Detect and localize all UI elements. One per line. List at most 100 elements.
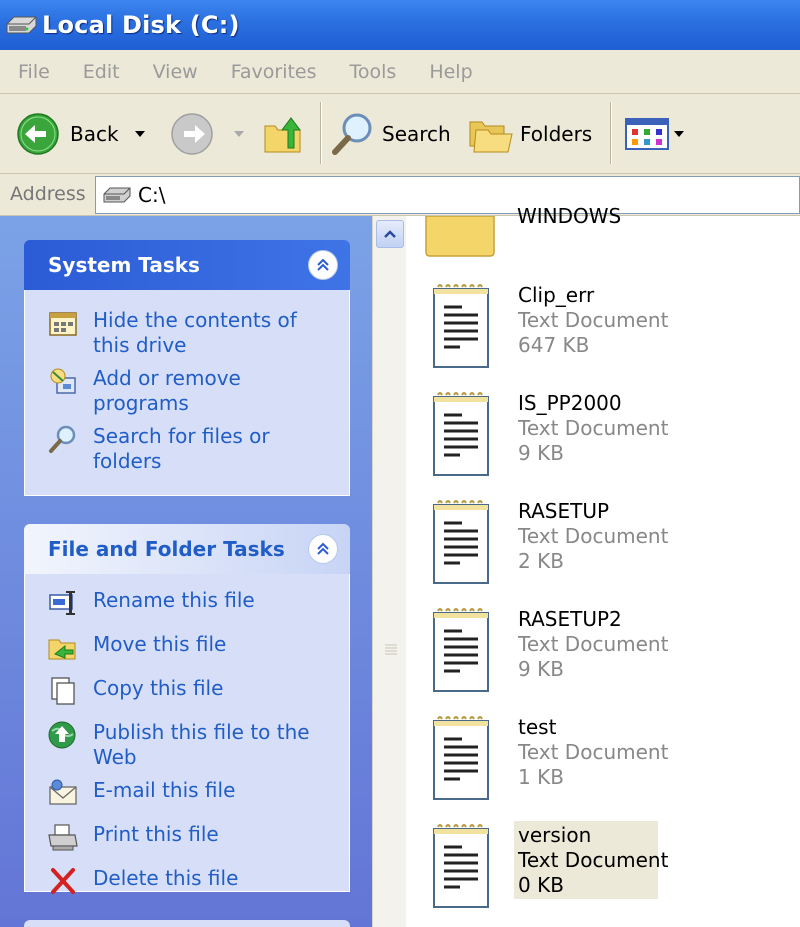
task-label: Print this file [93,822,219,846]
file-type: Text Document [518,524,669,548]
file-name: RASETUP2 [518,607,622,631]
menu-edit[interactable]: Edit [83,61,120,83]
file-size: 9 KB [518,441,564,465]
task-label: Add or remove programs [93,366,241,415]
task-add-remove-programs[interactable]: Add or remove programs [25,366,349,416]
file-name: version [518,823,592,847]
menu-tools[interactable]: Tools [350,61,397,83]
system-tasks-panel: System Tasks Hide the contents of this d… [24,240,350,496]
task-label: Move this file [93,632,227,656]
task-print-file[interactable]: Print this file [25,822,349,852]
file-size: 9 KB [518,657,564,681]
hide-contents-icon [49,312,77,336]
file-folder-tasks-panel: File and Folder Tasks Rename this file M… [24,524,350,894]
folder-name: WINDOWS [517,204,622,228]
file-name: IS_PP2000 [518,391,622,415]
system-tasks-header[interactable]: System Tasks [24,240,350,290]
file-item-is-pp2000[interactable]: IS_PP2000 Text Document 9 KB [428,391,800,491]
file-folder-tasks-body: Rename this file Move this file Copy thi… [24,574,350,894]
back-arrow-icon [17,113,59,155]
file-size: 0 KB [518,873,564,897]
vertical-scrollbar[interactable] [372,216,406,927]
views-button[interactable] [624,94,684,174]
file-item-test[interactable]: test Text Document 1 KB [428,715,800,815]
search-button[interactable]: Search [330,94,451,174]
task-label: E-mail this file [93,778,236,802]
task-email-file[interactable]: E-mail this file [25,778,349,808]
text-document-icon [433,284,489,368]
task-copy-file[interactable]: Copy this file [25,676,349,706]
system-tasks-body: Hide the contents of this drive Add or r… [24,290,350,496]
title-bar[interactable]: Local Disk (C:) [0,0,800,50]
text-document-icon [433,716,489,800]
file-size: 1 KB [518,765,564,789]
chevron-up-icon [317,258,329,271]
menu-help[interactable]: Help [429,61,472,83]
file-item-clip-err[interactable]: Clip_err Text Document 647 KB [428,283,800,383]
folders-icon [469,121,513,153]
system-tasks-title: System Tasks [48,253,200,277]
file-folder-tasks-collapse-button[interactable] [308,534,338,564]
forward-button[interactable] [170,94,244,174]
hard-drive-icon [6,16,37,34]
file-size: 2 KB [518,549,564,573]
text-document-icon [433,392,489,476]
scroll-up-button[interactable] [376,220,404,248]
back-button[interactable]: Back [16,94,145,174]
task-label: Search for files or folders [93,424,270,473]
views-icon [625,118,669,150]
up-folder-button[interactable] [262,94,304,174]
folder-icon[interactable] [424,216,496,260]
task-rename-file[interactable]: Rename this file [25,588,349,618]
copy-icon [51,677,75,705]
file-type: Text Document [518,308,669,332]
back-dropdown-icon[interactable] [134,131,145,137]
folders-button[interactable]: Folders [468,94,592,174]
task-publish-web[interactable]: Publish this file to the Web [25,720,349,770]
publish-web-icon [48,721,76,749]
file-name: test [518,715,557,739]
task-label: Rename this file [93,588,255,612]
chevron-up-icon [384,230,396,238]
file-item-rasetup2[interactable]: RASETUP2 Text Document 9 KB [428,607,800,707]
search-label: Search [382,122,451,146]
file-name: RASETUP [518,499,610,523]
scroll-grip-icon [385,644,397,655]
hard-drive-icon [103,187,131,203]
folders-label: Folders [520,122,593,146]
text-document-icon [433,608,489,692]
address-bar: Address C:\ [0,174,800,216]
system-tasks-collapse-button[interactable] [308,250,338,280]
file-item-rasetup[interactable]: RASETUP Text Document 2 KB [428,499,800,599]
print-icon [48,824,78,851]
forward-dropdown-icon[interactable] [234,131,244,137]
menu-bar: File Edit View Favorites Tools Help [0,50,800,94]
search-icon [49,425,76,453]
email-icon [49,779,77,805]
file-item-version[interactable]: version Text Document 0 KB [428,821,800,923]
menu-view[interactable]: View [153,61,198,83]
text-document-icon [433,500,489,584]
task-search-files[interactable]: Search for files or folders [25,424,349,474]
file-name: Clip_err [518,283,595,307]
file-size: 647 KB [518,333,590,357]
file-type: Text Document [518,848,669,872]
up-folder-icon [264,117,301,153]
task-label: Hide the contents of this drive [93,308,297,357]
address-value: C:\ [138,183,166,207]
task-move-file[interactable]: Move this file [25,632,349,662]
toolbar: Back Search Folders [0,94,800,174]
task-hide-contents[interactable]: Hide the contents of this drive [25,308,349,358]
file-folder-tasks-header[interactable]: File and Folder Tasks [24,524,350,574]
add-remove-programs-icon [50,368,76,394]
task-delete-file[interactable]: Delete this file [25,866,349,896]
address-input[interactable]: C:\ [95,176,800,214]
move-icon [48,639,76,660]
task-label: Delete this file [93,866,239,890]
toolbar-separator [610,102,612,164]
views-dropdown-icon[interactable] [674,131,684,137]
task-pane: System Tasks Hide the contents of this d… [0,216,372,927]
menu-favorites[interactable]: Favorites [231,61,317,83]
menu-file[interactable]: File [18,61,50,83]
task-label: Publish this file to the Web [93,720,310,769]
